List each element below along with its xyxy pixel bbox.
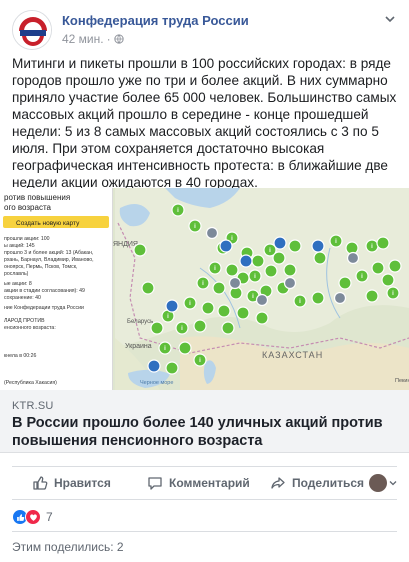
svg-text:кнела в 00:26: кнела в 00:26: [4, 353, 36, 359]
ktr-logo: [13, 11, 51, 49]
svg-text:енсионного возраста:: енсионного возраста:: [4, 325, 56, 331]
page-avatar[interactable]: [12, 10, 52, 50]
svg-text:ы акций: 145: ы акций: 145: [4, 242, 35, 249]
svg-text:ние Конфедерации труда России: ние Конфедерации труда России: [4, 305, 84, 311]
share-arrow-icon: [271, 477, 285, 489]
thumbs-up-icon: [33, 476, 48, 490]
svg-text:(Республика Хакасия): (Республика Хакасия): [4, 380, 57, 386]
link-domain: KTR.SU: [12, 400, 54, 412]
svg-text:оноярск, Пермь, Псков, Томск,: оноярск, Пермь, Псков, Томск,: [4, 264, 77, 270]
svg-text:Украина: Украина: [125, 343, 152, 350]
svg-text:акции в стадии согласования):: акции в стадии согласования): 49: [4, 288, 85, 294]
comment-button[interactable]: Комментарий: [147, 467, 250, 499]
map-screenshot-image: ротив повышения ого возраста Создать нов…: [0, 188, 409, 390]
post-body-text: Митинги и пикеты прошли в 100 российских…: [12, 56, 397, 190]
post-time[interactable]: 42 мин.: [62, 32, 104, 46]
comment-icon: [148, 477, 162, 490]
svg-text:ЛАРОД ПРОТИВ: ЛАРОД ПРОТИВ: [4, 318, 45, 324]
love-reaction-icon: [25, 509, 41, 525]
link-preview-card[interactable]: ротив повышения ого возраста Создать нов…: [0, 188, 409, 453]
chevron-down-icon: [389, 481, 397, 486]
share-button[interactable]: Поделиться: [270, 467, 364, 499]
like-label: Нравится: [54, 476, 111, 490]
svg-text:КАЗАХСТАН: КАЗАХСТАН: [262, 350, 323, 360]
post-options-chevron-icon[interactable]: [383, 12, 397, 26]
facebook-post: Конфедерация труда России 42 мин. · Митин…: [0, 0, 409, 562]
shares-count-link[interactable]: Этим поделились: 2: [12, 531, 397, 554]
svg-text:рославль): рославль): [4, 271, 29, 277]
svg-text:сохранение: 40: сохранение: 40: [4, 295, 41, 301]
post-meta: 42 мин. ·: [62, 32, 124, 46]
link-title[interactable]: В России прошло более 140 уличных акций …: [12, 414, 397, 450]
svg-text:Черное море: Черное море: [140, 380, 173, 386]
reactions-summary[interactable]: 7: [12, 508, 53, 526]
link-preview-info[interactable]: KTR.SU В России прошло более 140 уличных…: [0, 390, 409, 453]
svg-text:Пекин: Пекин: [395, 378, 409, 384]
reaction-count: 7: [46, 510, 53, 524]
page-name-link[interactable]: Конфедерация труда России: [62, 13, 249, 28]
like-button[interactable]: Нравится: [32, 467, 111, 499]
svg-text:прошли акции: 100: прошли акции: 100: [4, 236, 50, 242]
globe-icon[interactable]: [113, 34, 124, 44]
svg-text:ого возраста: ого возраста: [4, 203, 52, 212]
svg-text:Беларусь: Беларусь: [127, 319, 153, 325]
svg-text:ротив повышения: ротив повышения: [4, 193, 70, 202]
comment-label: Комментарий: [169, 476, 250, 490]
viewer-avatar: [369, 474, 387, 492]
svg-text:ые акции: 8: ые акции: 8: [4, 281, 32, 287]
post-header: Конфедерация труда России 42 мин. ·: [12, 10, 397, 50]
svg-text:Создать новую карту: Создать новую карту: [16, 220, 80, 227]
shares-text: Этим поделились: 2: [12, 540, 124, 554]
share-label: Поделиться: [292, 476, 365, 490]
svg-text:прошло 3 и более акций: 13 (Аб: прошло 3 и более акций: 13 (Абакан,: [4, 249, 93, 256]
svg-text:рхань, Барнаул, Владимир, Иван: рхань, Барнаул, Владимир, Иваново,: [4, 257, 94, 263]
link-preview-map-image[interactable]: ротив повышения ого возраста Создать нов…: [0, 188, 409, 390]
post-as-selector[interactable]: [369, 471, 397, 495]
post-actions-bar: Нравится Комментарий Поделиться: [12, 466, 397, 500]
